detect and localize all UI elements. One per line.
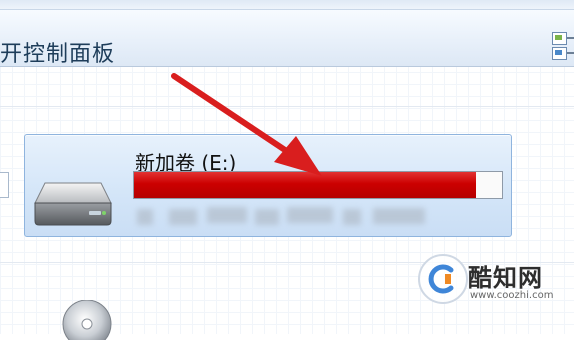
site-watermark: 酷知网 www.coozhi.com — [406, 246, 574, 334]
view-options-icon[interactable] — [550, 32, 574, 66]
partial-tile-left[interactable] — [0, 172, 9, 198]
cd-drive-icon — [62, 300, 112, 340]
drive-tile-e[interactable]: 新加卷 (E:) — [24, 134, 512, 237]
watermark-logo — [418, 254, 468, 304]
hard-drive-icon — [34, 182, 112, 226]
window-top-strip — [0, 0, 574, 10]
watermark-name: 酷知网 — [468, 264, 543, 292]
command-bar: 开控制面板 — [0, 10, 574, 67]
section-divider — [0, 106, 574, 107]
watermark-url: www.coozhi.com — [470, 290, 554, 301]
capacity-bar — [133, 171, 503, 199]
capacity-bar-fill — [134, 172, 477, 198]
open-control-panel-button[interactable]: 开控制面板 — [0, 36, 115, 68]
capacity-text-redacted — [137, 205, 437, 227]
